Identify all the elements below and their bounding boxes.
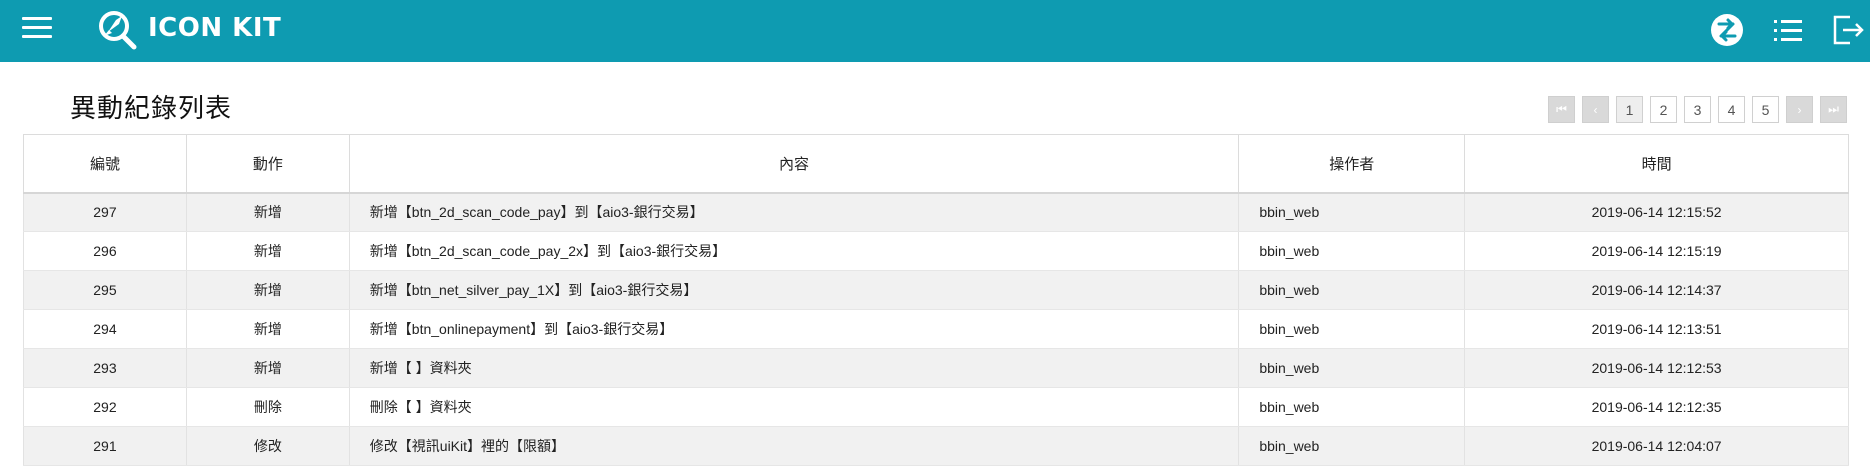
cell-operator: bbin_web [1238,348,1466,388]
cell-no: 296 [23,231,187,271]
cell-operator: bbin_web [1238,270,1466,310]
cell-time: 2019-06-14 12:12:35 [1464,387,1849,427]
cell-content: 修改【視訊uiKit】裡的【限額】 [348,426,1240,466]
last-page-icon[interactable]: ⏭ [1820,96,1847,123]
cell-operator: bbin_web [1238,387,1466,427]
cell-no: 297 [23,192,187,232]
column-header-action[interactable]: 動作 [185,134,350,194]
cell-content: 刪除【 】資料夾 [348,387,1240,427]
cell-no: 294 [23,309,187,349]
swap-icon[interactable] [1709,12,1745,48]
cell-time: 2019-06-14 12:12:53 [1464,348,1849,388]
column-header-no[interactable]: 編號 [23,134,187,194]
table-row[interactable]: 291 修改 修改【視訊uiKit】裡的【限額】 bbin_web 2019-0… [23,426,1849,466]
cell-content: 新增【btn_net_silver_pay_1X】到【aio3-銀行交易】 [348,270,1240,310]
rocket-search-logo-icon[interactable] [92,6,140,52]
table-row[interactable]: 297 新增 新增【btn_2d_scan_code_pay】到【aio3-銀行… [23,192,1849,232]
cell-action: 新增 [185,348,350,388]
table-row[interactable]: 296 新增 新增【btn_2d_scan_code_pay_2x】到【aio3… [23,231,1849,271]
cell-action: 新增 [185,309,350,349]
cell-action: 新增 [185,270,350,310]
column-header-time[interactable]: 時間 [1464,134,1849,194]
pagination: ⏮ ‹ 1 2 3 4 5 › ⏭ [1548,96,1847,123]
cell-time: 2019-06-14 12:04:07 [1464,426,1849,466]
menu-icon[interactable] [22,15,52,39]
logout-icon[interactable] [1830,12,1866,48]
cell-operator: bbin_web [1238,309,1466,349]
cell-time: 2019-06-14 12:13:51 [1464,309,1849,349]
cell-action: 新增 [185,192,350,232]
cell-action: 修改 [185,426,350,466]
cell-content: 新增【btn_2d_scan_code_pay】到【aio3-銀行交易】 [348,192,1240,232]
cell-operator: bbin_web [1238,231,1466,271]
page-3-button[interactable]: 3 [1684,96,1711,123]
top-navbar: ICON KIT [0,0,1870,62]
cell-content: 新增【btn_2d_scan_code_pay_2x】到【aio3-銀行交易】 [348,231,1240,271]
prev-page-icon[interactable]: ‹ [1582,96,1609,123]
cell-time: 2019-06-14 12:15:19 [1464,231,1849,271]
table-row[interactable]: 295 新增 新增【btn_net_silver_pay_1X】到【aio3-銀… [23,270,1849,310]
cell-no: 291 [23,426,187,466]
change-log-table: 編號 動作 內容 操作者 時間 297 新增 新增【btn_2d_scan_co… [23,134,1849,466]
table-row[interactable]: 294 新增 新增【btn_onlinepayment】到【aio3-銀行交易】… [23,309,1849,349]
table-row[interactable]: 292 刪除 刪除【 】資料夾 bbin_web 2019-06-14 12:1… [23,387,1849,427]
cell-operator: bbin_web [1238,192,1466,232]
brand-name[interactable]: ICON KIT [148,13,281,43]
page-1-button[interactable]: 1 [1616,96,1643,123]
cell-no: 292 [23,387,187,427]
cell-no: 295 [23,270,187,310]
list-icon[interactable] [1770,12,1806,48]
column-header-content[interactable]: 內容 [348,134,1240,194]
page-title: 異動紀錄列表 [70,94,233,124]
next-page-icon[interactable]: › [1786,96,1813,123]
cell-action: 新增 [185,231,350,271]
cell-content: 新增【 】資料夾 [348,348,1240,388]
column-header-operator[interactable]: 操作者 [1238,134,1466,194]
page-5-button[interactable]: 5 [1752,96,1779,123]
page-4-button[interactable]: 4 [1718,96,1745,123]
cell-content: 新增【btn_onlinepayment】到【aio3-銀行交易】 [348,309,1240,349]
cell-action: 刪除 [185,387,350,427]
cell-time: 2019-06-14 12:14:37 [1464,270,1849,310]
table-header-row: 編號 動作 內容 操作者 時間 [23,134,1849,194]
cell-operator: bbin_web [1238,426,1466,466]
cell-time: 2019-06-14 12:15:52 [1464,192,1849,232]
table-row[interactable]: 293 新增 新增【 】資料夾 bbin_web 2019-06-14 12:1… [23,348,1849,388]
cell-no: 293 [23,348,187,388]
first-page-icon[interactable]: ⏮ [1548,96,1575,123]
page-2-button[interactable]: 2 [1650,96,1677,123]
